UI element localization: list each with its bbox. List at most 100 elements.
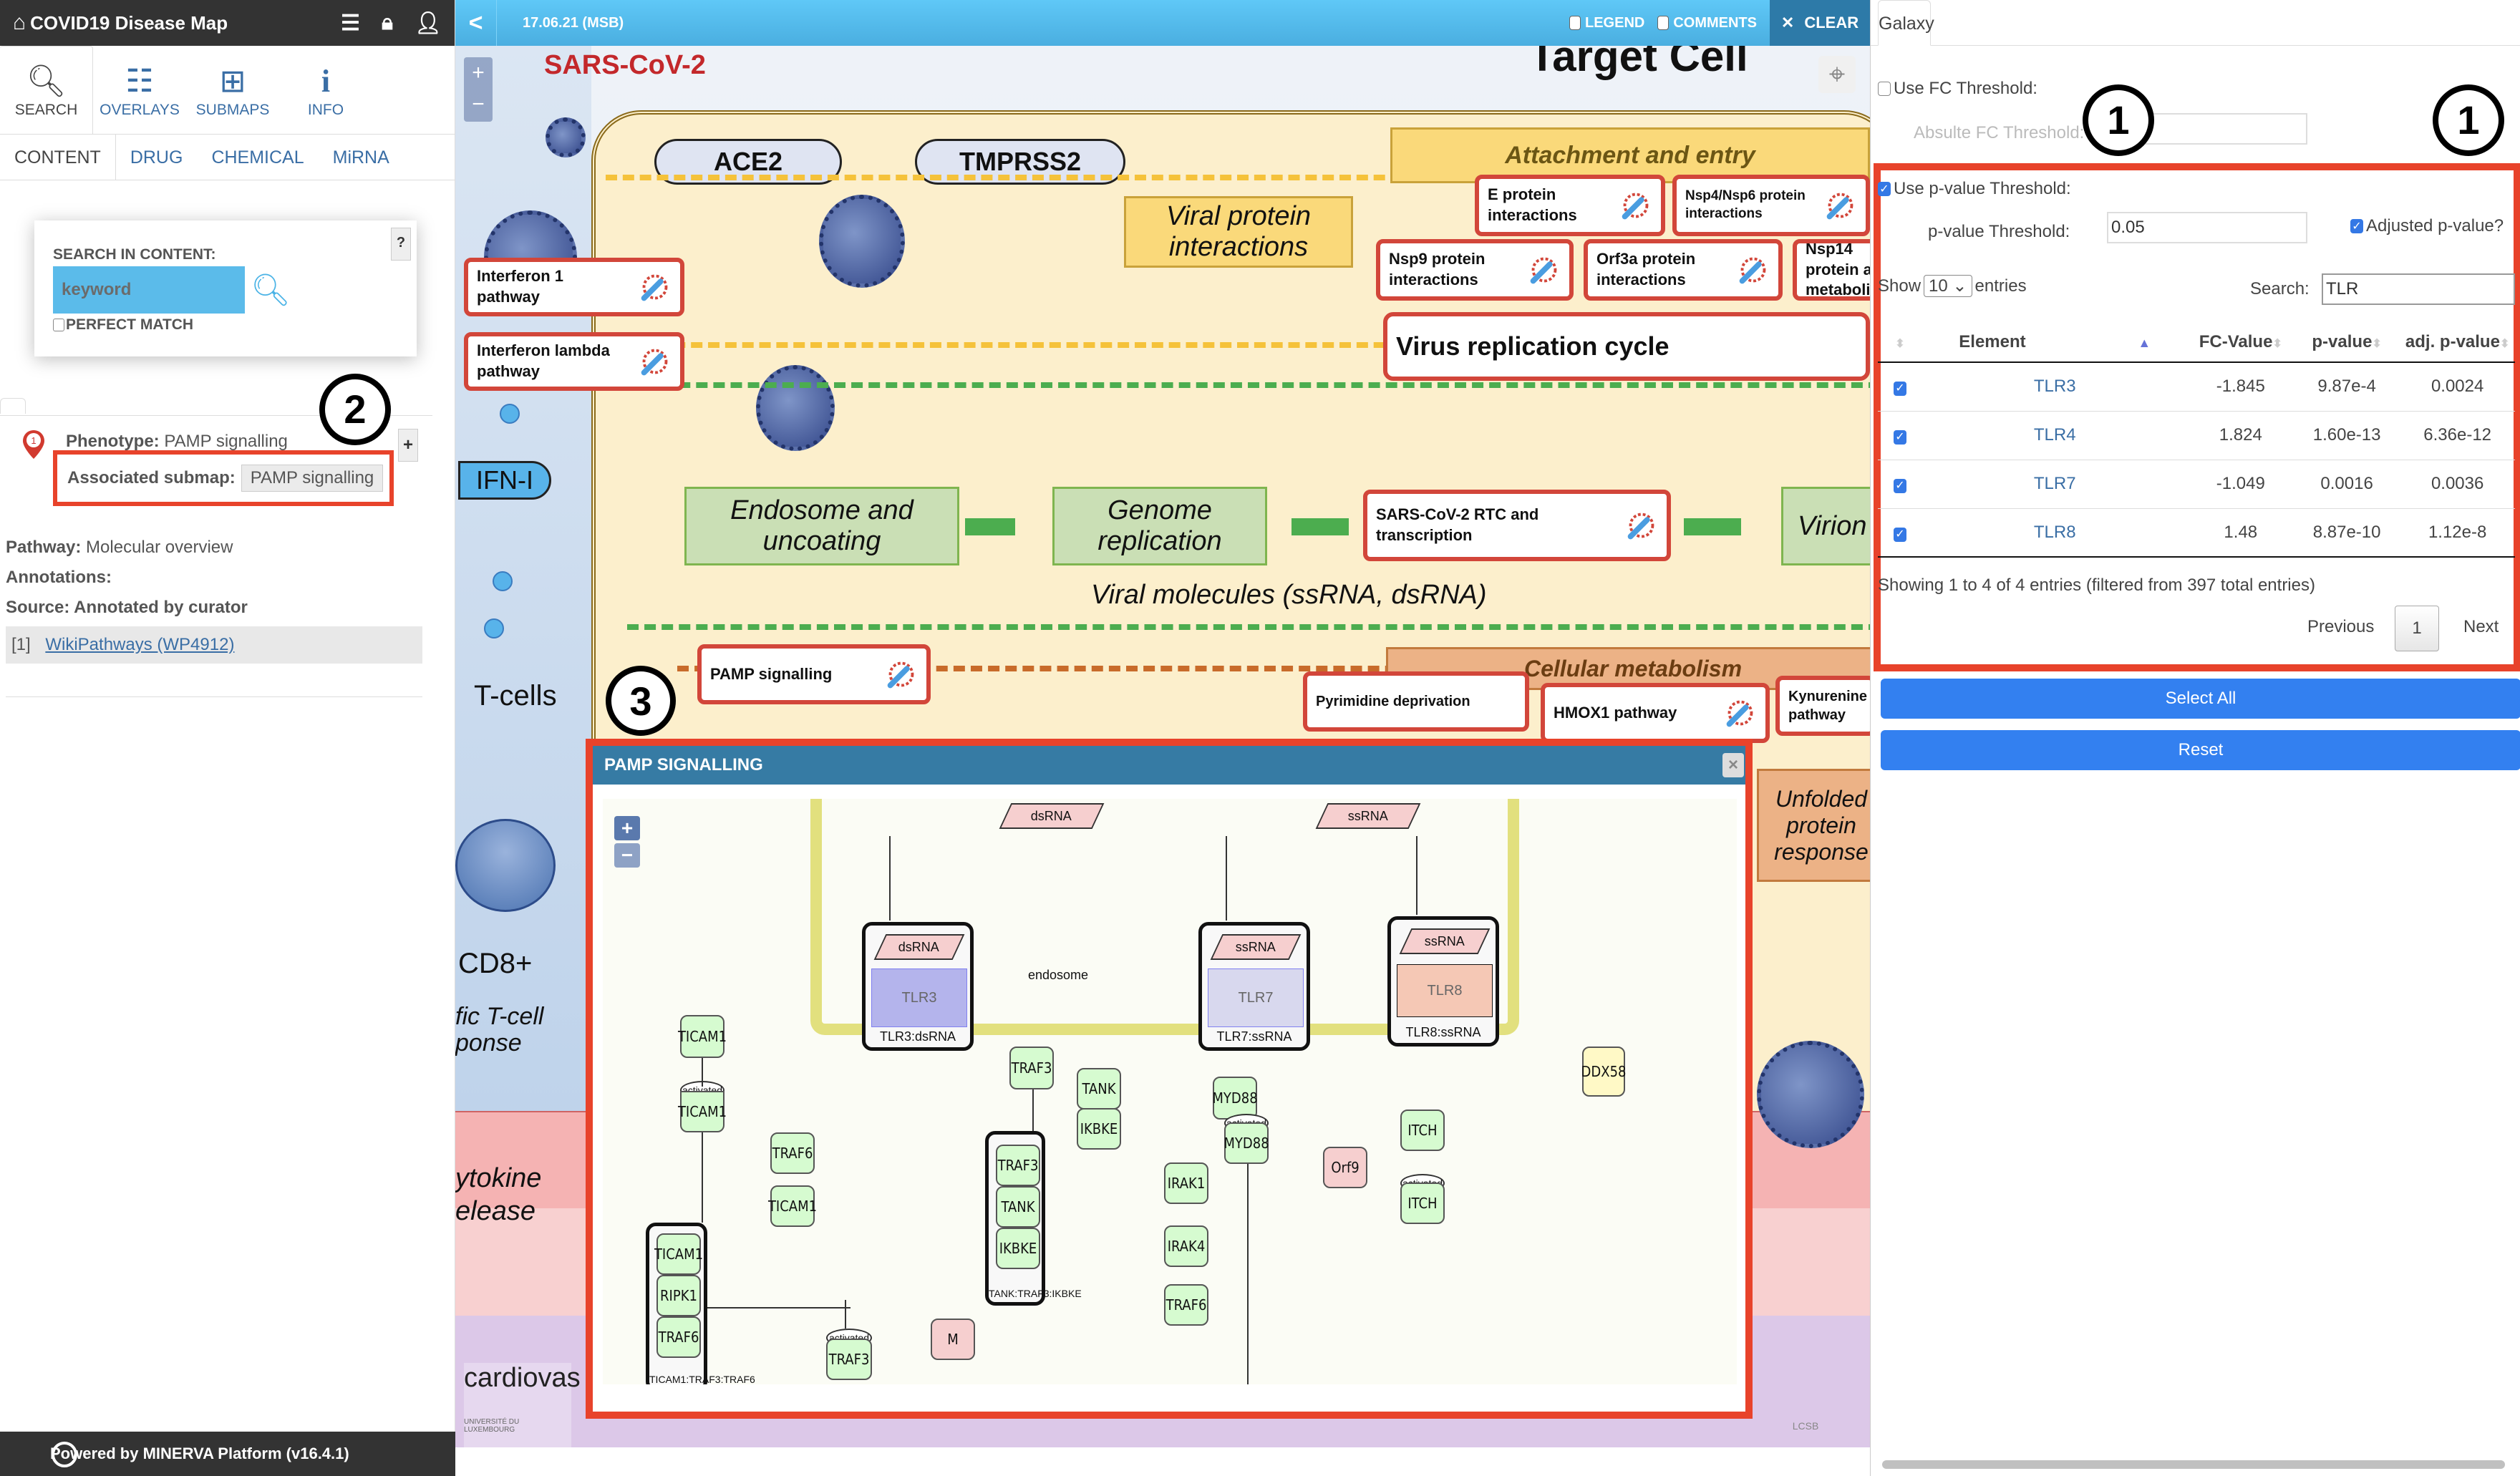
ikbke-node[interactable]: IKBKE [1077,1108,1121,1150]
orf9-node[interactable]: Orf9 [1323,1147,1367,1188]
myd88-node[interactable]: MYD88 [1212,1077,1258,1120]
submap-link-nsp14[interactable]: Nsp14 protein and metabolism [1793,239,1870,301]
ticam1-node[interactable]: TICAM1 [678,1015,727,1058]
submap-link-nsp9[interactable]: Nsp9 protein interactions [1376,239,1574,301]
tab-submaps[interactable]: ⊞ SUBMAPS [186,46,279,134]
subtab-mirna[interactable]: MiRNA [319,135,404,180]
tlr3-node[interactable]: TLR3 [871,968,967,1027]
zoom-out-button[interactable]: − [614,843,640,868]
ticam1-traf3-traf6-complex[interactable]: TICAM1 RIPK1 TRAF6 TICAM1:TRAF3:TRAF6 [646,1223,755,1384]
previous-page-button[interactable]: Previous [2307,617,2374,637]
zoom-out-button[interactable]: − [464,89,493,120]
element-link[interactable]: TLR3 [2034,377,2076,396]
annotation-link[interactable]: WikiPathways (WP4912) [45,635,234,654]
activated-itch-node[interactable]: ITCH [1400,1183,1445,1224]
collapse-panel-button[interactable]: < [455,0,497,46]
checkbox-icon[interactable] [1878,82,1891,96]
next-page-button[interactable]: Next [2463,617,2499,637]
map-zoom-controls[interactable]: + − [464,57,493,122]
tab-overlays[interactable]: ☷ OVERLAYS [93,46,186,134]
use-pvalue-checkbox[interactable]: ✓ Use p-value Threshold: [1878,179,2071,199]
legend-checkbox[interactable]: LEGEND [1569,15,1644,31]
page-1-button[interactable]: 1 [2395,606,2439,651]
ticam1-node[interactable]: TICAM1 [768,1185,817,1227]
subtab-content[interactable]: CONTENT [0,134,116,180]
pvalue-column-header[interactable]: p-value⬍ [2293,322,2400,363]
checkbox-icon[interactable]: ✓ [1878,182,1891,196]
select-column-header[interactable]: ⬍ [1878,322,1922,363]
element-link[interactable]: TLR7 [2034,474,2076,493]
menu-icon[interactable]: ☰ [341,11,360,36]
lock-icon[interactable]: 🔒︎ [382,11,393,35]
tab-search[interactable]: 🔍︎ SEARCH [0,46,93,134]
subtab-drug[interactable]: DRUG [116,135,198,180]
activated-myd88-node[interactable]: MYD88 [1223,1122,1269,1164]
search-input[interactable] [53,266,245,314]
element-link[interactable]: TLR8 [2034,523,2076,542]
table-search-input[interactable] [2322,273,2515,305]
checkbox-icon[interactable] [1569,16,1581,30]
map-marker-icon[interactable]: 1 [21,429,46,460]
ssrna-node[interactable]: ssRNA [1210,934,1302,960]
element-link[interactable]: TLR4 [2034,425,2076,445]
dsrna-node[interactable]: dsRNA [873,934,965,960]
tank-node[interactable]: TANK [1077,1068,1121,1110]
ddx58-node[interactable]: DDX58 [1581,1047,1626,1097]
tlr8-node[interactable]: TLR8 [1397,964,1493,1017]
horizontal-scrollbar[interactable] [1882,1460,2505,1469]
expand-button[interactable]: + [398,429,418,462]
comments-checkbox[interactable]: COMMENTS [1657,15,1757,31]
submap-link-nsp4-nsp6[interactable]: Nsp4/Nsp6 protein interactions [1672,175,1870,236]
row-checkbox[interactable]: ✓ [1893,382,1906,397]
clear-button[interactable]: ✕ CLEAR [1770,0,1870,46]
adj-pvalue-column-header[interactable]: adj. p-value⬍ [2400,322,2515,363]
use-fc-checkbox[interactable]: Use FC Threshold: [1878,79,2037,99]
traf6-node[interactable]: TRAF6 [770,1132,815,1174]
tlr7-ssrna-complex[interactable]: ssRNA TLR7 TLR7:ssRNA [1198,922,1310,1051]
irak1-node[interactable]: IRAK1 [1164,1162,1208,1204]
zoom-in-button[interactable]: + [614,816,640,840]
submap-link-orf3a[interactable]: Orf3a protein interactions [1584,239,1783,301]
submap-canvas[interactable]: + − endosome dsRNA ssRNA dsRNA TLR3 TLR3:… [603,799,1737,1384]
submap-zoom-controls[interactable]: + − [614,816,640,868]
footer-text[interactable]: Powered by MINERVA Platform (v16.4.1) [50,1445,349,1463]
checkbox-icon[interactable] [1657,16,1670,30]
help-button[interactable]: ? [391,228,411,261]
activated-traf3-node[interactable]: TRAF3 [826,1339,872,1380]
home-icon[interactable]: ⌂ [13,11,26,35]
submap-link-kynurenine[interactable]: Kynurenine pathway [1775,676,1870,736]
m-node[interactable]: M [931,1319,975,1360]
row-checkbox[interactable]: ✓ [1893,479,1906,493]
reset-button[interactable]: Reset [1881,730,2520,770]
page-length-select[interactable]: 10 ⌄ [1924,275,1972,297]
element-column-header[interactable]: Element ▲ [1922,322,2188,363]
close-submap-button[interactable]: × [1722,753,1744,777]
submap-link-interferon1[interactable]: Interferon 1 pathway [464,258,684,316]
tab-info[interactable]: i INFO [279,46,372,134]
select-all-button[interactable]: Select All [1881,679,2520,719]
checkbox-icon[interactable] [53,319,64,331]
dsrna-node[interactable]: dsRNA [999,803,1105,829]
open-submap-button[interactable]: PAMP signalling [241,465,384,492]
traf6-node[interactable]: TRAF6 [1164,1284,1208,1326]
submap-link-pyrimidine[interactable]: Pyrimidine deprivation [1303,671,1529,732]
ssrna-node[interactable]: ssRNA [1315,803,1421,829]
row-checkbox[interactable]: ✓ [1893,430,1906,445]
search-submit-icon[interactable]: 🔍︎ [251,271,291,309]
submap-link-e-protein[interactable]: E protein interactions [1475,175,1665,236]
center-map-icon[interactable]: ⌖ [1818,56,1856,93]
traf3-node[interactable]: TRAF3 [1009,1047,1054,1089]
ssrna-node[interactable]: ssRNA [1399,928,1491,954]
submap-link-pamp[interactable]: PAMP signalling [697,644,931,704]
itch-node[interactable]: ITCH [1400,1110,1445,1151]
zoom-in-button[interactable]: + [464,57,493,89]
tab-galaxy[interactable]: Galaxy [1878,0,1934,46]
checkbox-icon[interactable]: ✓ [2350,219,2363,233]
submap-link-interferon-lambda[interactable]: Interferon lambda pathway [464,332,684,391]
row-checkbox[interactable]: ✓ [1893,527,1906,542]
fc-column-header[interactable]: FC-Value⬍ [2187,322,2294,363]
pvalue-input[interactable] [2107,212,2307,243]
virus-replication-cycle[interactable]: Virus replication cycle [1383,312,1870,381]
irak4-node[interactable]: IRAK4 [1164,1225,1208,1267]
submap-title[interactable]: PAMP SIGNALLING [593,746,1745,785]
